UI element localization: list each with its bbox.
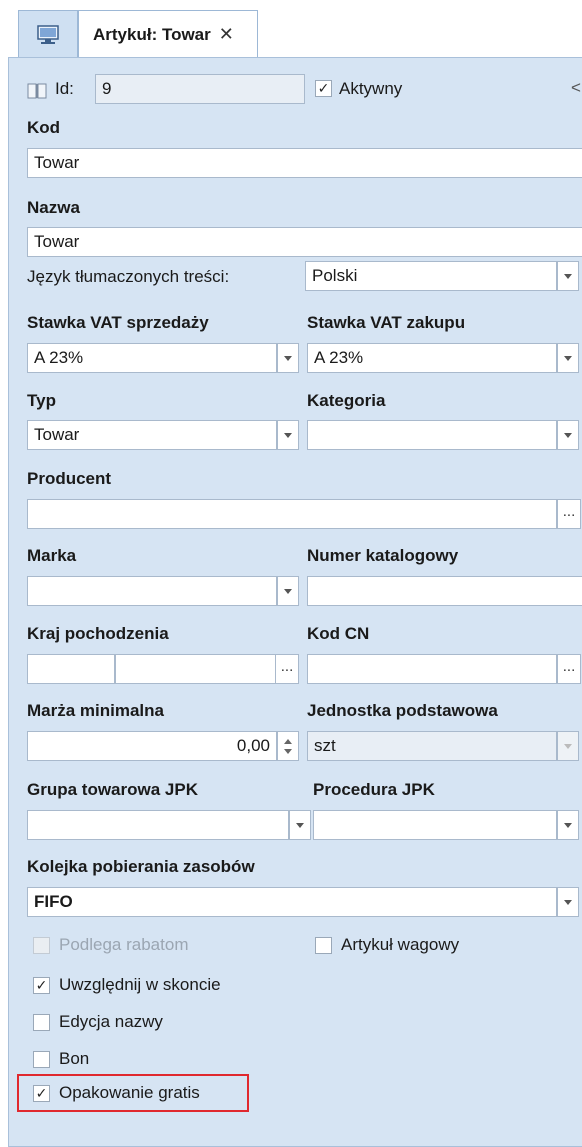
- kategoria-label: Kategoria: [307, 391, 386, 410]
- typ-select[interactable]: Towar: [27, 420, 277, 450]
- jednostka-select: szt: [307, 731, 557, 761]
- procedura-jpk-select[interactable]: [313, 810, 557, 840]
- jezyk-select[interactable]: Polski: [305, 261, 557, 291]
- close-icon[interactable]: ✕: [219, 24, 234, 45]
- aktywny-label: Aktywny: [339, 79, 403, 98]
- chevron-down-icon: [284, 432, 292, 438]
- chevron-down-icon: [564, 355, 572, 361]
- tab-artykul[interactable]: Artykuł: Towar ✕: [78, 10, 258, 58]
- grupa-jpk-select[interactable]: [27, 810, 289, 840]
- grupa-jpk-dropdown-button[interactable]: [289, 810, 311, 840]
- numer-katalogowy-label: Numer katalogowy: [307, 546, 459, 565]
- jednostka-dropdown-button: [557, 731, 579, 761]
- edycja-nazwy-label: Edycja nazwy: [59, 1012, 163, 1031]
- kategoria-dropdown-button[interactable]: [557, 420, 579, 450]
- spin-up-icon: [284, 739, 292, 744]
- uwzglednij-w-skoncie-checkbox[interactable]: ✓: [33, 977, 50, 994]
- typ-dropdown-button[interactable]: [277, 420, 299, 450]
- edycja-nazwy-checkbox[interactable]: [33, 1014, 50, 1031]
- chevron-down-icon: [564, 743, 572, 749]
- jednostka-label: Jednostka podstawowa: [307, 701, 498, 720]
- jezyk-dropdown-button[interactable]: [557, 261, 579, 291]
- vat-sprzedazy-label: Stawka VAT sprzedaży: [27, 313, 209, 332]
- kategoria-select[interactable]: [307, 420, 557, 450]
- kolejka-select[interactable]: FIFO: [27, 887, 557, 917]
- marza-input[interactable]: 0,00: [27, 731, 277, 761]
- kraj-pochodzenia-label: Kraj pochodzenia: [27, 624, 169, 643]
- chevron-down-icon: [284, 588, 292, 594]
- procedura-jpk-dropdown-button[interactable]: [557, 810, 579, 840]
- kod-cn-label: Kod CN: [307, 624, 370, 643]
- producent-input[interactable]: [27, 499, 557, 529]
- chevron-down-icon: [296, 822, 304, 828]
- marza-spinner[interactable]: [277, 731, 299, 761]
- podlega-rabatom-checkbox: [33, 937, 50, 954]
- tab-desktop[interactable]: [18, 10, 78, 58]
- kraj-browse-button[interactable]: ...: [275, 654, 299, 684]
- producent-browse-button[interactable]: ...: [557, 499, 581, 529]
- kolejka-label: Kolejka pobierania zasobów: [27, 857, 255, 876]
- spin-down-icon: [284, 749, 292, 754]
- kod-cn-browse-button[interactable]: ...: [557, 654, 581, 684]
- artykul-wagowy-checkbox[interactable]: [315, 937, 332, 954]
- numer-katalogowy-input[interactable]: [307, 576, 582, 606]
- vat-sprzedazy-dropdown-button[interactable]: [277, 343, 299, 373]
- id-label: Id:: [55, 79, 74, 98]
- kod-input[interactable]: Towar: [27, 148, 582, 178]
- nazwa-label: Nazwa: [27, 198, 80, 217]
- grupa-jpk-label: Grupa towarowa JPK: [27, 780, 198, 799]
- kraj-nazwa-input[interactable]: [115, 654, 277, 684]
- vat-zakupu-select[interactable]: A 23%: [307, 343, 557, 373]
- tab-title: Artykuł: Towar: [93, 24, 211, 44]
- typ-label: Typ: [27, 391, 56, 410]
- vat-sprzedazy-select[interactable]: A 23%: [27, 343, 277, 373]
- collapse-icon[interactable]: <: [571, 78, 581, 98]
- chevron-down-icon: [564, 899, 572, 905]
- marka-dropdown-button[interactable]: [277, 576, 299, 606]
- book-icon: [27, 83, 47, 99]
- kod-label: Kod: [27, 118, 61, 137]
- vat-zakupu-label: Stawka VAT zakupu: [307, 313, 466, 332]
- nazwa-input[interactable]: Towar: [27, 227, 582, 257]
- chevron-down-icon: [564, 273, 572, 279]
- procedura-jpk-label: Procedura JPK: [313, 780, 435, 799]
- podlega-rabatom-label: Podlega rabatom: [59, 935, 189, 954]
- kolejka-dropdown-button[interactable]: [557, 887, 579, 917]
- bon-checkbox[interactable]: [33, 1051, 50, 1068]
- chevron-down-icon: [564, 822, 572, 828]
- article-form-panel: Id: 9 ✓ Aktywny < Kod Towar Nazwa Towar …: [8, 57, 582, 1147]
- artykul-wagowy-label: Artykuł wagowy: [341, 935, 460, 954]
- bon-label: Bon: [59, 1049, 90, 1068]
- marza-label: Marża minimalna: [27, 701, 164, 720]
- marka-select[interactable]: [27, 576, 277, 606]
- desktop-icon: [37, 24, 59, 44]
- chevron-down-icon: [284, 355, 292, 361]
- vat-zakupu-dropdown-button[interactable]: [557, 343, 579, 373]
- uwzglednij-w-skoncie-label: Uwzględnij w skoncie: [59, 975, 221, 994]
- chevron-down-icon: [564, 432, 572, 438]
- producent-label: Producent: [27, 469, 112, 488]
- id-field: 9: [95, 74, 305, 104]
- tab-bar: Artykuł: Towar ✕: [0, 0, 582, 58]
- jezyk-label: Język tłumaczonych treści:: [27, 267, 230, 286]
- marka-label: Marka: [27, 546, 77, 565]
- aktywny-checkbox[interactable]: ✓: [315, 80, 332, 97]
- kod-cn-input[interactable]: [307, 654, 557, 684]
- opakowanie-gratis-checkbox[interactable]: ✓: [33, 1085, 50, 1102]
- kraj-kod-input[interactable]: [27, 654, 115, 684]
- opakowanie-gratis-label: Opakowanie gratis: [59, 1083, 200, 1102]
